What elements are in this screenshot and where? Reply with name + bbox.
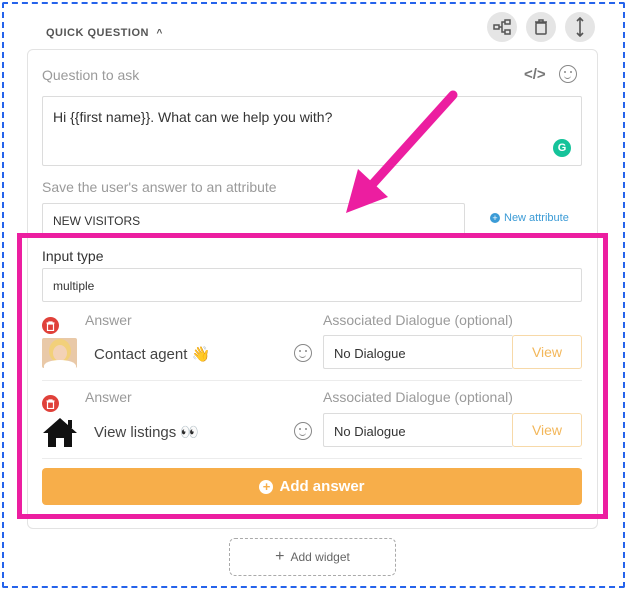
- code-icon[interactable]: </>: [524, 66, 546, 83]
- dialogue-select[interactable]: No Dialogue: [323, 335, 513, 369]
- grammarly-icon[interactable]: G: [553, 139, 571, 157]
- question-textarea[interactable]: Hi {{first name}}. What can we help you …: [42, 96, 582, 166]
- question-label: Question to ask: [42, 67, 140, 83]
- answer-divider: [42, 380, 582, 381]
- view-dialogue-button[interactable]: View: [512, 335, 582, 369]
- trash-icon: [535, 19, 547, 35]
- plus-icon: +: [275, 548, 285, 565]
- trash-icon: [46, 320, 55, 331]
- add-answer-button[interactable]: + Add answer: [42, 468, 582, 505]
- vertical-arrows-icon: [576, 17, 584, 37]
- answer-divider: [42, 458, 582, 459]
- delete-answer-button[interactable]: [42, 395, 59, 412]
- person-photo-icon: [42, 338, 77, 368]
- add-widget-button[interactable]: + Add widget: [229, 538, 396, 576]
- add-widget-label: Add widget: [290, 550, 350, 564]
- plus-circle-icon: +: [259, 479, 274, 494]
- dialogue-value: No Dialogue: [334, 346, 406, 361]
- dialogue-select[interactable]: No Dialogue: [323, 413, 513, 447]
- input-type-select[interactable]: multiple: [42, 268, 582, 302]
- input-type-label: Input type: [42, 248, 104, 264]
- answer-text[interactable]: Contact agent 👋: [94, 345, 210, 363]
- chevron-up-icon: ^: [156, 28, 163, 39]
- question-text: Hi {{first name}}. What can we help you …: [53, 109, 333, 125]
- dialogue-value: No Dialogue: [334, 424, 406, 439]
- view-dialogue-button[interactable]: View: [512, 413, 582, 447]
- attribute-value: NEW VISITORS: [53, 214, 141, 228]
- flow-icon: [493, 19, 511, 35]
- widget-title: QUICK QUESTION: [46, 27, 149, 39]
- emoji-picker-icon[interactable]: [294, 422, 312, 440]
- delete-answer-button[interactable]: [42, 317, 59, 334]
- emoji-picker-icon[interactable]: [559, 65, 577, 83]
- widget-header[interactable]: QUICK QUESTION ^: [46, 27, 163, 39]
- input-type-value: multiple: [53, 279, 95, 293]
- move-widget-button[interactable]: [565, 12, 595, 42]
- add-answer-label: Add answer: [279, 478, 365, 495]
- plus-circle-icon: +: [490, 213, 500, 223]
- flow-icon-button[interactable]: [487, 12, 517, 42]
- answer-text[interactable]: View listings 👀: [94, 423, 199, 441]
- emoji-picker-icon[interactable]: [294, 344, 312, 362]
- new-attribute-label: New attribute: [504, 212, 569, 224]
- annotation-arrow: [346, 90, 458, 213]
- house-icon: [42, 416, 78, 448]
- attribute-label: Save the user's answer to an attribute: [42, 179, 277, 195]
- answer-label: Answer: [85, 312, 132, 328]
- dialogue-label: Associated Dialogue (optional): [323, 312, 513, 328]
- dialogue-label: Associated Dialogue (optional): [323, 389, 513, 405]
- answer-label: Answer: [85, 389, 132, 405]
- delete-widget-button[interactable]: [526, 12, 556, 42]
- trash-icon: [46, 398, 55, 409]
- new-attribute-link[interactable]: + New attribute: [490, 212, 569, 224]
